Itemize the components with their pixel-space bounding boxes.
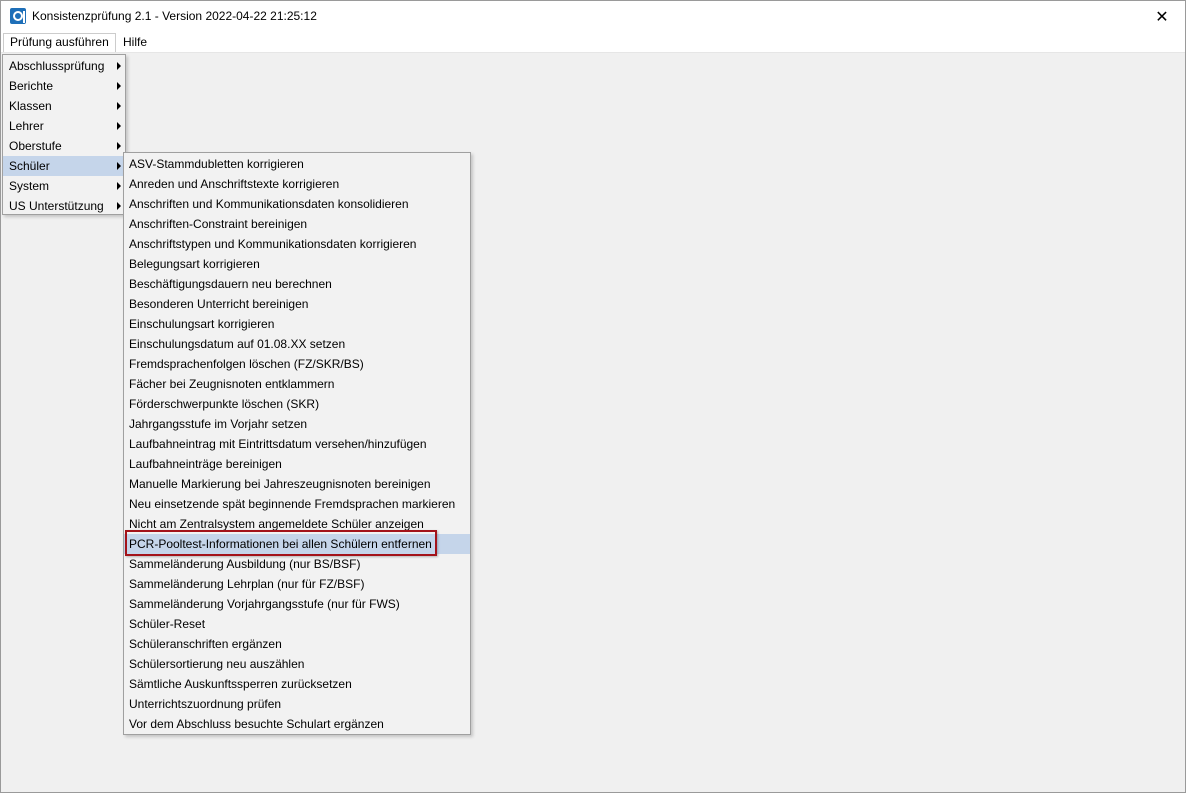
submenu-arrow-icon — [117, 202, 121, 210]
menu-item-label: Oberstufe — [9, 139, 62, 153]
menu-bar: Prüfung ausführen Hilfe — [1, 32, 1185, 53]
submenu-arrow-icon — [117, 62, 121, 70]
submenu-item-sammelaenderung-ausbildung-nur-bs-bsf[interactable]: Sammeländerung Ausbildung (nur BS/BSF) — [124, 554, 470, 574]
submenu-item-laufbahneintraege-bereinigen[interactable]: Laufbahneinträge bereinigen — [124, 454, 470, 474]
menu-item-berichte[interactable]: Berichte — [3, 76, 125, 96]
submenu-item-schuelersortierung-neu-auszaehlen[interactable]: Schülersortierung neu auszählen — [124, 654, 470, 674]
submenu-item-unterrichtszuordnung-pruefen[interactable]: Unterrichtszuordnung prüfen — [124, 694, 470, 714]
menu-item-label: Berichte — [9, 79, 54, 93]
menu-item-label: US Unterstützung — [9, 199, 104, 213]
menu-hilfe[interactable]: Hilfe — [117, 33, 153, 52]
submenu-arrow-icon — [117, 122, 121, 130]
submenu-item-fremdsprachenfolgen-loeschen-fz-skr-bs[interactable]: Fremdsprachenfolgen löschen (FZ/SKR/BS) — [124, 354, 470, 374]
submenu-item-faecher-bei-zeugnisnoten-entklammern[interactable]: Fächer bei Zeugnisnoten entklammern — [124, 374, 470, 394]
submenu-item-sammelaenderung-vorjahrgangsstufe-nur-fuer-fws[interactable]: Sammeländerung Vorjahrgangsstufe (nur fü… — [124, 594, 470, 614]
submenu-item-sammelaenderung-lehrplan-nur-fuer-fz-bsf[interactable]: Sammeländerung Lehrplan (nur für FZ/BSF) — [124, 574, 470, 594]
menu-item-system[interactable]: System — [3, 176, 125, 196]
submenu-arrow-icon — [117, 142, 121, 150]
submenu-item-jahrgangsstufe-im-vorjahr-setzen[interactable]: Jahrgangsstufe im Vorjahr setzen — [124, 414, 470, 434]
submenu-item-foerderschwerpunkte-loeschen-skr[interactable]: Förderschwerpunkte löschen (SKR) — [124, 394, 470, 414]
app-logo-icon — [10, 8, 26, 24]
menu-item-abschlusspruefung[interactable]: Abschlussprüfung — [3, 56, 125, 76]
menu-item-us-unterstuetzung[interactable]: US Unterstützung — [3, 196, 125, 216]
window-title: Konsistenzprüfung 2.1 - Version 2022-04-… — [32, 9, 317, 23]
submenu-arrow-icon — [117, 182, 121, 190]
submenu-item-belegungsart-korrigieren[interactable]: Belegungsart korrigieren — [124, 254, 470, 274]
submenu-item-anschriften-constraint-bereinigen[interactable]: Anschriften-Constraint bereinigen — [124, 214, 470, 234]
submenu-item-anreden-und-anschriftstexte-korrigieren[interactable]: Anreden und Anschriftstexte korrigieren — [124, 174, 470, 194]
title-bar: Konsistenzprüfung 2.1 - Version 2022-04-… — [1, 1, 1185, 32]
submenu-item-nicht-am-zentralsystem-angemeldete-schueler-anzeigen[interactable]: Nicht am Zentralsystem angemeldete Schül… — [124, 514, 470, 534]
submenu-item-anschriftstypen-und-kommunikationsdaten-korrigieren[interactable]: Anschriftstypen und Kommunikationsdaten … — [124, 234, 470, 254]
close-button[interactable]: ✕ — [1139, 1, 1185, 32]
menu-item-label: Klassen — [9, 99, 52, 113]
submenu-arrow-icon — [117, 162, 121, 170]
submenu-item-neu-einsetzende-spaet-beginnende-fremdsprachen-markieren[interactable]: Neu einsetzende spät beginnende Fremdspr… — [124, 494, 470, 514]
menu-item-oberstufe[interactable]: Oberstufe — [3, 136, 125, 156]
submenu-item-besonderen-unterricht-bereinigen[interactable]: Besonderen Unterricht bereinigen — [124, 294, 470, 314]
menu-item-klassen[interactable]: Klassen — [3, 96, 125, 116]
main-dropdown-menu: Abschlussprüfung Berichte Klassen Lehrer Obe… — [2, 54, 126, 215]
menu-item-lehrer[interactable]: Lehrer — [3, 116, 125, 136]
menu-item-label: Schüler — [9, 159, 50, 173]
menu-item-schueler[interactable]: Schüler — [3, 156, 125, 176]
menu-item-label: System — [9, 179, 50, 193]
menu-pruefung-ausfuehren[interactable]: Prüfung ausführen — [3, 33, 116, 52]
submenu-item-schueleranschriften-ergaenzen[interactable]: Schüleranschriften ergänzen — [124, 634, 470, 654]
submenu-item-asv-stammdubletten-korrigieren[interactable]: ASV-Stammdubletten korrigieren — [124, 154, 470, 174]
menu-item-label: Lehrer — [9, 119, 44, 133]
close-icon: ✕ — [1155, 8, 1169, 26]
submenu-item-manuelle-markierung-bei-jahreszeugnisnoten-bereinigen[interactable]: Manuelle Markierung bei Jahreszeugnisnot… — [124, 474, 470, 494]
submenu-item-beschaeftigungsdauern-neu-berechnen[interactable]: Beschäftigungsdauern neu berechnen — [124, 274, 470, 294]
submenu-item-einschulungsart-korrigieren[interactable]: Einschulungsart korrigieren — [124, 314, 470, 334]
submenu-item-anschriften-und-kommunikationsdaten-konsolidieren[interactable]: Anschriften und Kommunikationsdaten kons… — [124, 194, 470, 214]
menu-item-label: Abschlussprüfung — [9, 59, 105, 73]
schueler-submenu: ASV-Stammdubletten korrigieren Anreden un… — [123, 152, 471, 735]
submenu-item-schueler-reset[interactable]: Schüler-Reset — [124, 614, 470, 634]
submenu-item-einschulungsdatum-auf-01-08-xx-setzen[interactable]: Einschulungsdatum auf 01.08.XX setzen — [124, 334, 470, 354]
submenu-item-saemtliche-auskunftssperren-zuruecksetzen[interactable]: Sämtliche Auskunftssperren zurücksetzen — [124, 674, 470, 694]
submenu-arrow-icon — [117, 82, 121, 90]
submenu-arrow-icon — [117, 102, 121, 110]
submenu-item-pcr-pooltest-informationen-bei-allen-schuelern-entfernen[interactable]: PCR-Pooltest-Informationen bei allen Sch… — [124, 534, 470, 554]
submenu-item-laufbahneintrag-mit-eintrittsdatum-versehen-hinzufuegen[interactable]: Laufbahneintrag mit Eintrittsdatum verse… — [124, 434, 470, 454]
submenu-item-vor-dem-abschluss-besuchte-schulart-ergaenzen[interactable]: Vor dem Abschluss besuchte Schulart ergä… — [124, 714, 470, 734]
